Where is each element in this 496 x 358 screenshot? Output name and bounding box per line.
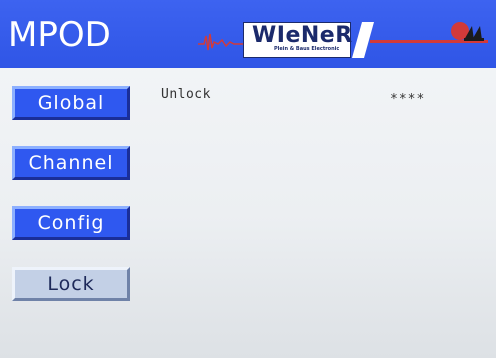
wiener-logo: WIeNeR Plein & Baus Electronic (243, 22, 353, 58)
channel-button[interactable]: Channel (12, 146, 130, 180)
config-button[interactable]: Config (12, 206, 130, 240)
unlock-label: Unlock (161, 87, 211, 102)
wiener-logo-subtext: Plein & Baus Electronic (274, 46, 340, 52)
heartbeat-icon (198, 33, 244, 51)
wiener-logo-text: WIeNeR (252, 23, 353, 48)
company-logo-icon (451, 22, 484, 41)
screen: MPOD WIeNeR Plein & Baus Electronic Glob… (0, 0, 496, 358)
app-title: MPOD (8, 15, 111, 55)
header-bar: MPOD WIeNeR Plein & Baus Electronic (0, 0, 496, 68)
global-button[interactable]: Global (12, 86, 130, 120)
lock-button[interactable]: Lock (12, 267, 130, 301)
password-field[interactable]: **** (390, 92, 425, 107)
